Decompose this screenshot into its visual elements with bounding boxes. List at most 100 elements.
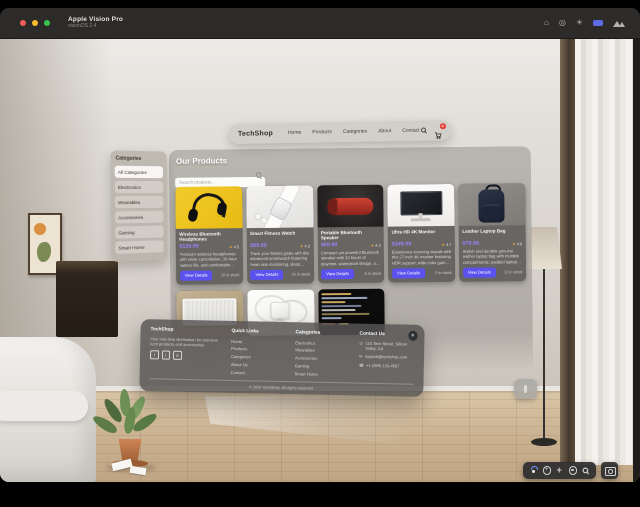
footer-link-contact[interactable]: Contact [231, 369, 288, 378]
product-description: Stylish and durable genuine leather lapt… [463, 248, 523, 265]
move-control-icon[interactable] [553, 462, 566, 479]
cart-count-badge: 0 [440, 123, 446, 129]
product-price: $129.99 [179, 244, 199, 250]
footer-link-smart-home[interactable]: Smart Home [295, 371, 352, 380]
footer-brand: TechShop [151, 327, 225, 334]
product-search [175, 170, 265, 181]
stock-label: 15 in stock [221, 273, 240, 278]
product-card[interactable]: Leather Laptop Bag $79.99 ★4.6 Stylish a… [458, 183, 526, 282]
capture-button[interactable] [601, 462, 618, 479]
headphones-photo [175, 186, 242, 229]
nav-link-products[interactable]: Products [312, 129, 332, 135]
product-rating: 4.6 [517, 241, 523, 246]
traffic-lights [20, 20, 50, 26]
titlebar: Apple Vision Pro visionOS 2.4 ⌂ ◎ ☀ [0, 8, 640, 39]
orbit-control-icon[interactable] [566, 462, 579, 479]
sidebar-item-gaming[interactable]: Gaming [115, 226, 163, 239]
window-side-button[interactable] [514, 379, 537, 399]
techshop-navbar: TechShop Home Products Categories About … [229, 120, 451, 144]
stock-label: 12 in stock [504, 270, 523, 275]
product-price: $349.99 [392, 241, 412, 247]
facebook-icon[interactable]: f [150, 351, 159, 360]
sidebar-item-smart-home[interactable]: Smart Home [115, 240, 163, 254]
window-frame [560, 39, 575, 463]
simulator-window: Apple Vision Pro visionOS 2.4 ⌂ ◎ ☀ [0, 8, 640, 482]
star-icon: ★ [441, 242, 445, 247]
contact-email[interactable]: support@techshop.com [365, 354, 407, 360]
product-description: Premium wireless headphones with noise c… [179, 251, 239, 268]
floor-lamp-base [531, 438, 557, 446]
view-details-button[interactable]: View Details [180, 270, 213, 280]
product-name: Ultra HD 4K Monitor [392, 229, 452, 241]
simulator-toolbar: ⌂ ◎ ☀ [544, 19, 626, 27]
window-title-block: Apple Vision Pro visionOS 2.4 [68, 16, 123, 30]
product-card[interactable]: Smart Fitness Watch $89.99 ★4.2 Track yo… [246, 185, 314, 284]
contact-address: 123 Tech Street, Silicon Valley, CA [365, 340, 414, 352]
product-price: $79.99 [462, 241, 479, 247]
sidebar-item-wearables[interactable]: Wearables [115, 196, 163, 208]
phone-icon: ☎ [359, 362, 364, 367]
side-cabinet [56, 261, 118, 337]
view-details-button[interactable]: View Details [463, 267, 496, 277]
view-details-button[interactable]: View Details [321, 269, 354, 279]
speaker-photo [317, 185, 384, 228]
minimize-window-button[interactable] [32, 20, 38, 26]
viewport-controls [523, 462, 596, 479]
product-card[interactable]: Wireless Bluetooth Headphones $129.99 ★4… [175, 186, 243, 285]
smartwatch-photo [246, 185, 313, 228]
instagram-icon[interactable]: ⊙ [173, 351, 182, 360]
product-name: Smart Fitness Watch [250, 230, 310, 242]
nav-link-about[interactable]: About [378, 128, 391, 134]
location-icon: ◎ [359, 340, 363, 351]
nav-link-contact[interactable]: Contact [402, 128, 419, 134]
product-card[interactable]: Ultra HD 4K Monitor $349.99 ★4.7 Experie… [388, 184, 456, 283]
zoom-control-icon[interactable] [579, 462, 592, 479]
brand-logo[interactable]: TechShop [238, 130, 273, 138]
product-description: Compact yet powerful Bluetooth speaker w… [321, 250, 381, 267]
environment-rotate-icon[interactable]: ◎ [559, 19, 566, 27]
footer-panel: ✕ TechShop Your one-stop destination for… [139, 319, 424, 397]
close-icon[interactable]: ✕ [408, 331, 418, 341]
stock-label: 5 in stock [435, 270, 451, 275]
twitter-icon[interactable]: t [161, 351, 170, 360]
sidebar-item-all-categories[interactable]: All Categories [115, 166, 163, 179]
column-title: Quick Links [231, 329, 288, 335]
sidebar-item-accessories[interactable]: Accessories [115, 211, 163, 224]
footer-brand-column: TechShop Your one-stop destination for p… [150, 327, 225, 377]
sidebar-title: Categories [116, 156, 162, 163]
brightness-icon[interactable]: ☀ [576, 19, 583, 27]
nav-links: Home Products Categories About Contact [288, 128, 420, 136]
cart-icon[interactable]: 0 [434, 126, 442, 134]
sofa [0, 337, 96, 482]
window-subtitle: visionOS 2.4 [68, 24, 123, 30]
floor-lamp-pole [543, 269, 545, 441]
column-title: Categories [295, 330, 352, 336]
pan-control-icon[interactable] [540, 462, 553, 479]
view-details-button[interactable]: View Details [250, 270, 283, 280]
zoom-window-button[interactable] [44, 20, 50, 26]
room-right-edge [633, 39, 640, 482]
product-name: Leather Laptop Bag [462, 228, 522, 240]
terrain-icon[interactable] [613, 20, 626, 27]
window-title: Apple Vision Pro [68, 16, 123, 23]
view-details-button[interactable]: View Details [392, 268, 425, 278]
monitor-photo [388, 184, 455, 227]
contact-phone[interactable]: +1 (555) 123-4567 [366, 362, 399, 368]
display-icon[interactable] [593, 20, 603, 26]
nav-link-home[interactable]: Home [288, 130, 301, 136]
nav-link-categories[interactable]: Categories [343, 129, 367, 135]
column-title: Contact Us [359, 332, 414, 338]
sidebar-item-electronics[interactable]: Electronics [115, 181, 163, 193]
home-icon[interactable]: ⌂ [544, 19, 549, 27]
product-card[interactable]: Portable Bluetooth Speaker $59.99 ★4.3 C… [317, 185, 385, 284]
search-icon [256, 172, 262, 178]
search-icon[interactable] [421, 127, 427, 133]
footer-categories-column: Categories Electronics Wearables Accesso… [295, 330, 353, 380]
product-description: Track your fitness goals with this advan… [250, 250, 310, 267]
laptop-bag-photo [458, 183, 525, 226]
close-window-button[interactable] [20, 20, 26, 26]
categories-sidebar: Categories All Categories Electronics We… [110, 150, 167, 262]
footer-tagline: Your one-stop destination for premium te… [150, 336, 224, 348]
recenter-control-icon[interactable] [527, 462, 540, 479]
product-grid-row1: Wireless Bluetooth Headphones $129.99 ★4… [175, 183, 526, 285]
